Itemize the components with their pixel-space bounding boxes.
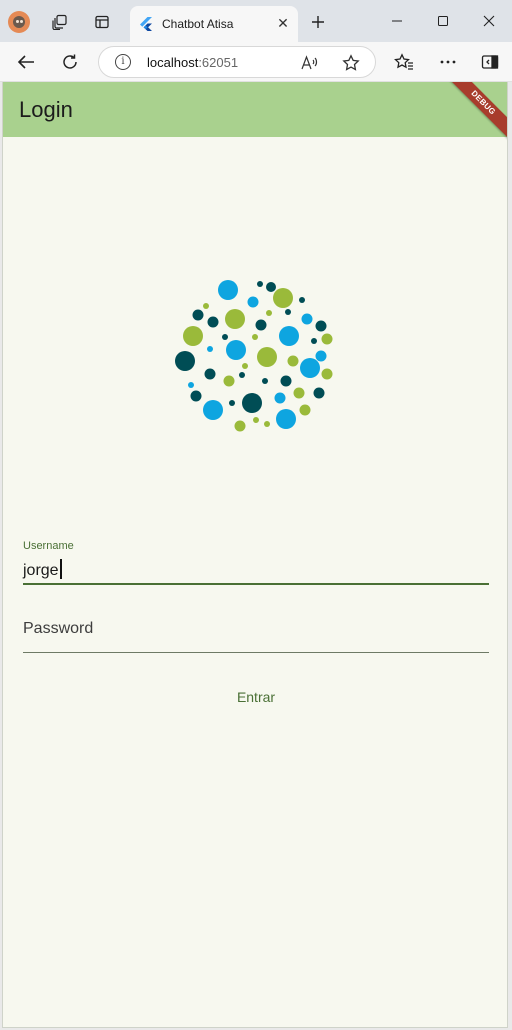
- logo-dots: [175, 280, 333, 432]
- info-icon[interactable]: i: [115, 54, 131, 70]
- text-caret: [59, 559, 62, 579]
- read-aloud-icon[interactable]: [299, 52, 321, 74]
- username-field[interactable]: Username jorge: [23, 540, 489, 585]
- app-logo: [175, 280, 333, 432]
- refresh-icon[interactable]: [56, 48, 84, 76]
- more-icon[interactable]: [434, 48, 462, 76]
- plus-icon[interactable]: [304, 8, 332, 36]
- tab-title: Chatbot Atisa: [162, 17, 234, 31]
- close-window-icon[interactable]: [474, 8, 504, 34]
- maximize-icon[interactable]: [428, 8, 458, 34]
- flutter-icon: [140, 17, 152, 36]
- minimize-icon[interactable]: [382, 8, 412, 34]
- sidebar-icon[interactable]: [476, 48, 504, 76]
- address-url: localhost:62051: [147, 55, 239, 70]
- browser-tab-strip: Chatbot Atisa ✕: [0, 0, 512, 42]
- address-bar[interactable]: i localhost:62051: [98, 46, 376, 78]
- star-icon[interactable]: [340, 52, 362, 74]
- app-viewport: Login DEBUG Username jorge Password Entr…: [2, 82, 508, 1028]
- favorites-icon[interactable]: [390, 48, 418, 76]
- tab-chatbot-atisa[interactable]: Chatbot Atisa ✕: [130, 6, 298, 42]
- tab-actions-icon[interactable]: [88, 8, 116, 36]
- back-icon[interactable]: [12, 48, 40, 76]
- password-field[interactable]: Password: [23, 612, 489, 653]
- login-button[interactable]: Entrar: [216, 681, 296, 713]
- username-input[interactable]: jorge: [23, 559, 62, 580]
- password-input[interactable]: Password: [23, 620, 93, 638]
- close-icon[interactable]: ✕: [274, 14, 292, 32]
- password-underline: [23, 652, 489, 653]
- workspaces-icon[interactable]: [46, 8, 74, 36]
- browser-toolbar: i localhost:62051: [0, 42, 512, 82]
- avatar-icon[interactable]: [8, 11, 30, 33]
- username-label: Username: [23, 540, 74, 552]
- page-title: Login: [19, 97, 73, 122]
- username-underline: [23, 583, 489, 585]
- app-bar: Login: [3, 82, 507, 137]
